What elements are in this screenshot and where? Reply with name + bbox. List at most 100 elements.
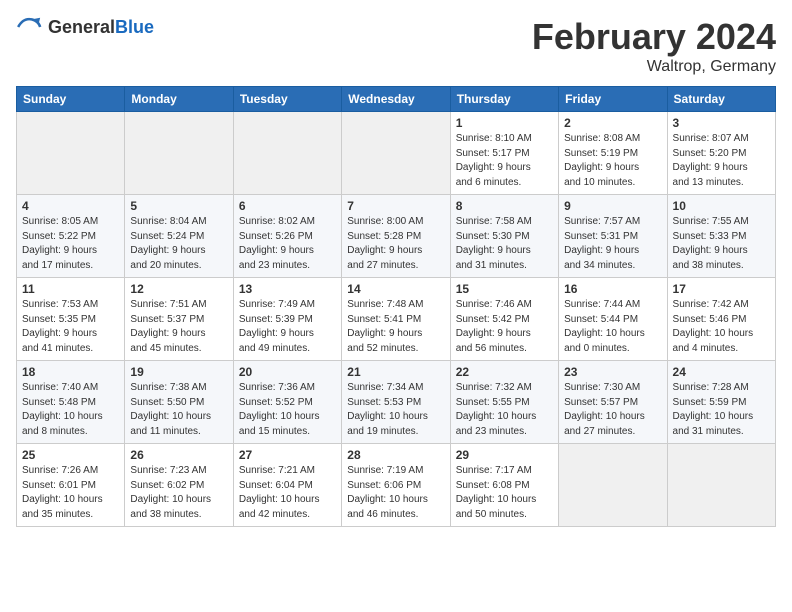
calendar-cell [342,112,450,195]
day-info: Sunrise: 7:34 AM Sunset: 5:53 PM Dayligh… [347,381,444,439]
calendar-cell: 24 Sunrise: 7:28 AM Sunset: 5:59 PM Dayli… [667,361,775,444]
day-info: Sunrise: 7:17 AM Sunset: 6:08 PM Dayligh… [456,464,553,522]
calendar-cell: 4 Sunrise: 8:05 AM Sunset: 5:22 PM Daylig… [17,195,125,278]
logo-icon [16,16,44,38]
calendar-cell: 11 Sunrise: 7:53 AM Sunset: 5:35 PM Dayli… [17,278,125,361]
day-number: 29 [456,448,553,462]
day-info: Sunrise: 7:53 AM Sunset: 5:35 PM Dayligh… [22,298,119,356]
day-number: 14 [347,282,444,296]
day-number: 7 [347,199,444,213]
column-header-wednesday: Wednesday [342,87,450,112]
calendar-cell: 15 Sunrise: 7:46 AM Sunset: 5:42 PM Dayli… [450,278,558,361]
day-info: Sunrise: 7:46 AM Sunset: 5:42 PM Dayligh… [456,298,553,356]
day-number: 23 [564,365,661,379]
day-number: 19 [130,365,227,379]
day-number: 1 [456,116,553,130]
day-info: Sunrise: 7:21 AM Sunset: 6:04 PM Dayligh… [239,464,336,522]
day-number: 12 [130,282,227,296]
day-info: Sunrise: 7:58 AM Sunset: 5:30 PM Dayligh… [456,215,553,273]
calendar-cell [233,112,341,195]
calendar-cell: 6 Sunrise: 8:02 AM Sunset: 5:26 PM Daylig… [233,195,341,278]
day-info: Sunrise: 7:28 AM Sunset: 5:59 PM Dayligh… [673,381,770,439]
logo-text: GeneralBlue [48,17,154,38]
day-info: Sunrise: 7:40 AM Sunset: 5:48 PM Dayligh… [22,381,119,439]
calendar-cell: 16 Sunrise: 7:44 AM Sunset: 5:44 PM Dayli… [559,278,667,361]
logo: GeneralBlue [16,16,154,38]
column-header-tuesday: Tuesday [233,87,341,112]
day-number: 8 [456,199,553,213]
day-info: Sunrise: 7:57 AM Sunset: 5:31 PM Dayligh… [564,215,661,273]
day-number: 13 [239,282,336,296]
calendar-cell [17,112,125,195]
calendar-cell [667,444,775,527]
day-number: 20 [239,365,336,379]
column-header-friday: Friday [559,87,667,112]
day-info: Sunrise: 8:04 AM Sunset: 5:24 PM Dayligh… [130,215,227,273]
day-number: 3 [673,116,770,130]
calendar-cell: 19 Sunrise: 7:38 AM Sunset: 5:50 PM Dayli… [125,361,233,444]
day-number: 11 [22,282,119,296]
day-info: Sunrise: 8:07 AM Sunset: 5:20 PM Dayligh… [673,132,770,190]
day-number: 17 [673,282,770,296]
day-info: Sunrise: 7:42 AM Sunset: 5:46 PM Dayligh… [673,298,770,356]
calendar-week-5: 25Sunrise: 7:26 AM Sunset: 6:01 PM Dayli… [17,444,776,527]
logo-general: General [48,17,115,38]
day-info: Sunrise: 7:38 AM Sunset: 5:50 PM Dayligh… [130,381,227,439]
day-info: Sunrise: 8:10 AM Sunset: 5:17 PM Dayligh… [456,132,553,190]
calendar-cell: 26 Sunrise: 7:23 AM Sunset: 6:02 PM Dayli… [125,444,233,527]
title-block: February 2024 Waltrop, Germany [532,16,776,76]
calendar-cell: 20 Sunrise: 7:36 AM Sunset: 5:52 PM Dayli… [233,361,341,444]
day-info: Sunrise: 7:30 AM Sunset: 5:57 PM Dayligh… [564,381,661,439]
day-info: Sunrise: 7:26 AM Sunset: 6:01 PM Dayligh… [22,464,119,522]
calendar-cell: 5 Sunrise: 8:04 AM Sunset: 5:24 PM Daylig… [125,195,233,278]
calendar-cell: 7 Sunrise: 8:00 AM Sunset: 5:28 PM Daylig… [342,195,450,278]
calendar-cell: 1 Sunrise: 8:10 AM Sunset: 5:17 PM Daylig… [450,112,558,195]
column-header-saturday: Saturday [667,87,775,112]
day-info: Sunrise: 7:48 AM Sunset: 5:41 PM Dayligh… [347,298,444,356]
day-info: Sunrise: 7:36 AM Sunset: 5:52 PM Dayligh… [239,381,336,439]
day-info: Sunrise: 8:05 AM Sunset: 5:22 PM Dayligh… [22,215,119,273]
logo-blue: Blue [115,17,154,38]
column-header-thursday: Thursday [450,87,558,112]
day-number: 9 [564,199,661,213]
day-number: 15 [456,282,553,296]
column-header-sunday: Sunday [17,87,125,112]
calendar-week-4: 18Sunrise: 7:40 AM Sunset: 5:48 PM Dayli… [17,361,776,444]
day-number: 10 [673,199,770,213]
calendar-cell: 10Sunrise: 7:55 AM Sunset: 5:33 PM Dayli… [667,195,775,278]
calendar-cell: 22Sunrise: 7:32 AM Sunset: 5:55 PM Dayli… [450,361,558,444]
calendar-cell: 14 Sunrise: 7:48 AM Sunset: 5:41 PM Dayli… [342,278,450,361]
day-number: 4 [22,199,119,213]
day-number: 22 [456,365,553,379]
day-info: Sunrise: 7:19 AM Sunset: 6:06 PM Dayligh… [347,464,444,522]
day-number: 24 [673,365,770,379]
calendar-cell: 25Sunrise: 7:26 AM Sunset: 6:01 PM Dayli… [17,444,125,527]
calendar-cell: 13 Sunrise: 7:49 AM Sunset: 5:39 PM Dayli… [233,278,341,361]
day-info: Sunrise: 8:08 AM Sunset: 5:19 PM Dayligh… [564,132,661,190]
column-header-monday: Monday [125,87,233,112]
page-title: February 2024 [532,16,776,58]
calendar-week-1: 1 Sunrise: 8:10 AM Sunset: 5:17 PM Daylig… [17,112,776,195]
day-info: Sunrise: 8:00 AM Sunset: 5:28 PM Dayligh… [347,215,444,273]
calendar-table: SundayMondayTuesdayWednesdayThursdayFrid… [16,86,776,527]
day-number: 16 [564,282,661,296]
day-info: Sunrise: 7:49 AM Sunset: 5:39 PM Dayligh… [239,298,336,356]
day-info: Sunrise: 8:02 AM Sunset: 5:26 PM Dayligh… [239,215,336,273]
calendar-cell [125,112,233,195]
day-number: 28 [347,448,444,462]
page-header: GeneralBlue February 2024 Waltrop, Germa… [16,16,776,76]
day-number: 26 [130,448,227,462]
calendar-cell: 18Sunrise: 7:40 AM Sunset: 5:48 PM Dayli… [17,361,125,444]
day-info: Sunrise: 7:44 AM Sunset: 5:44 PM Dayligh… [564,298,661,356]
calendar-cell: 27Sunrise: 7:21 AM Sunset: 6:04 PM Dayli… [233,444,341,527]
calendar-cell: 21Sunrise: 7:34 AM Sunset: 5:53 PM Dayli… [342,361,450,444]
calendar-cell: 28 Sunrise: 7:19 AM Sunset: 6:06 PM Dayli… [342,444,450,527]
day-number: 5 [130,199,227,213]
day-info: Sunrise: 7:23 AM Sunset: 6:02 PM Dayligh… [130,464,227,522]
calendar-cell: 8 Sunrise: 7:58 AM Sunset: 5:30 PM Daylig… [450,195,558,278]
calendar-cell: 2 Sunrise: 8:08 AM Sunset: 5:19 PM Daylig… [559,112,667,195]
day-number: 2 [564,116,661,130]
calendar-cell: 9 Sunrise: 7:57 AM Sunset: 5:31 PM Daylig… [559,195,667,278]
calendar-cell: 29 Sunrise: 7:17 AM Sunset: 6:08 PM Dayli… [450,444,558,527]
day-number: 6 [239,199,336,213]
